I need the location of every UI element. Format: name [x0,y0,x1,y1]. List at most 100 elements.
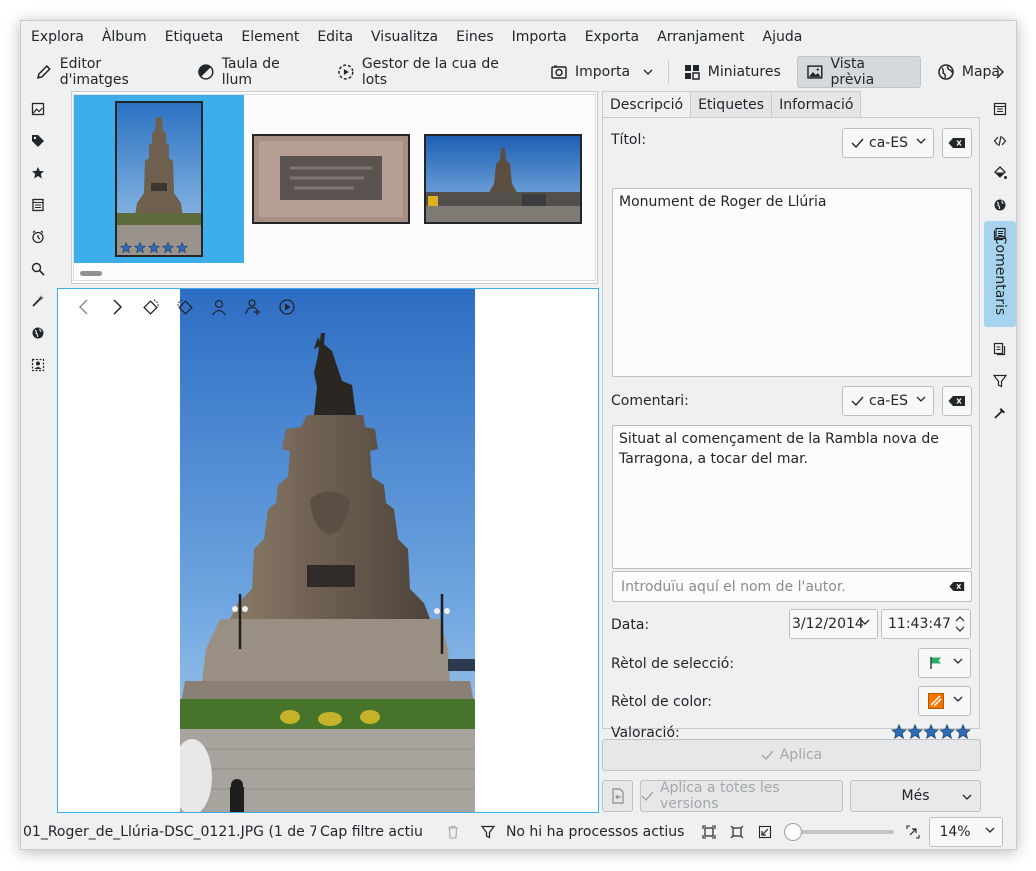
date-label: Data: [611,617,650,633]
menu-etiqueta[interactable]: Etiqueta [157,21,232,53]
zoom-in-icon[interactable] [906,825,921,839]
menu-explora[interactable]: Explora [23,21,92,53]
menu-ajuda[interactable]: Ajuda [755,21,811,53]
person-add-icon [245,299,260,315]
menu-importa[interactable]: Importa [504,21,575,53]
thumbnail-scrollbar[interactable] [80,271,102,276]
revert-button[interactable] [602,780,633,812]
title-language-value: ca-ES [869,135,909,151]
sidebar-map-icon[interactable] [21,317,55,349]
menu-album[interactable]: Àlbum [94,21,155,53]
import-dropdown-button[interactable] [638,56,658,88]
zoom-fit-icon[interactable] [702,825,717,839]
pencil-icon [36,65,51,79]
author-input[interactable] [619,577,939,596]
menu-eines[interactable]: Eines [448,21,502,53]
time-spinbox[interactable]: 11:43:47 [881,609,971,639]
zoom-slider[interactable] [784,822,895,842]
sidebar-tab-comments-label: Comentaris [992,234,1008,316]
batch-queue-button[interactable]: Gestor de la cua de lots [329,56,534,88]
clear-title-button[interactable] [942,128,972,158]
clear-text-icon[interactable] [949,581,965,592]
sidebar-versions-icon[interactable] [983,333,1017,365]
thumbnail-strip [71,91,598,284]
sidebar-geolocation-icon[interactable] [983,189,1017,221]
main-window: Explora Àlbum Etiqueta Element Edita Vis… [20,20,1017,850]
light-table-button[interactable]: Taula de llum [189,56,321,88]
author-field[interactable] [612,571,972,602]
previous-image-button[interactable] [66,295,100,319]
sidebar-properties-icon[interactable] [983,93,1017,125]
chevron-down-icon [953,658,963,664]
zoom-out-icon[interactable] [758,825,772,839]
thumbnail-2[interactable] [246,95,416,263]
pick-label-select[interactable] [918,648,971,678]
sidebar-tags-icon[interactable] [21,125,55,157]
chevron-left-icon [78,299,88,315]
date-picker[interactable]: 3/12/2014 [789,609,878,639]
image-editor-button[interactable]: Editor d'imatges [27,56,181,88]
comment-language-select[interactable]: ca-ES [842,386,934,416]
sidebar-albums-icon[interactable] [21,93,55,125]
sidebar-tools-icon[interactable] [983,397,1017,429]
thumbnail-1[interactable] [74,95,244,263]
menu-element[interactable]: Element [233,21,307,53]
sidebar-fuzzy-search-icon[interactable] [21,285,55,317]
menubar: Explora Àlbum Etiqueta Element Edita Vis… [21,21,1016,53]
sidebar-colors-icon[interactable] [983,157,1017,189]
chevron-down-icon [986,827,995,833]
sidebar-tab-comments[interactable]: Comentaris [984,221,1016,327]
zoom-slider-handle[interactable] [784,823,803,841]
rotate-right-button[interactable] [168,295,202,319]
tab-information[interactable]: Informació [771,91,862,118]
comment-textarea[interactable]: Situat al començament de la Rambla nova … [612,425,972,569]
apply-button[interactable]: Aplica [602,739,981,771]
zoom-original-icon[interactable] [730,825,744,839]
title-language-select[interactable]: ca-ES [842,128,934,158]
color-label-select[interactable] [918,686,971,716]
sidebar-timeline-icon[interactable] [21,221,55,253]
spin-arrows-icon[interactable] [955,615,965,633]
right-sidebar: Comentaris [983,93,1017,429]
next-image-button[interactable] [100,295,134,319]
comment-language-value: ca-ES [869,393,909,409]
document-revert-icon [611,788,624,804]
chevron-down-icon [916,396,926,402]
tab-description[interactable]: Descripció [602,91,692,118]
sidebar-labels-icon[interactable] [21,157,55,189]
slideshow-button[interactable] [270,295,304,319]
import-button[interactable]: Importa [542,56,638,88]
image-preview[interactable] [57,288,599,813]
toolbar-overflow-button[interactable] [988,53,1012,91]
apply-all-versions-label: Aplica a totes les versions [659,780,780,812]
thumbnails-view-button[interactable]: Miniatures [675,56,789,88]
sidebar-dates-icon[interactable] [21,189,55,221]
trash-icon[interactable] [447,825,459,839]
menu-visualitza[interactable]: Visualitza [363,21,446,53]
menu-exporta[interactable]: Exporta [577,21,647,53]
globe-icon [938,64,954,80]
filter-icon[interactable] [480,825,495,839]
more-button[interactable]: Més [850,780,981,812]
thumbnails-label: Miniatures [707,64,781,80]
chevron-right-icon [996,65,1004,79]
sidebar-people-icon[interactable] [21,349,55,381]
add-face-button[interactable] [202,295,236,319]
title-textarea[interactable]: Monument de Roger de Llúria [612,188,972,377]
rotate-left-button[interactable] [134,295,168,319]
tab-tags[interactable]: Etiquetes [690,91,773,118]
menu-edita[interactable]: Edita [309,21,361,53]
sidebar-search-icon[interactable] [21,253,55,285]
detect-faces-button[interactable] [236,295,270,319]
thumbnail-3[interactable] [418,95,588,263]
sidebar-filters-icon[interactable] [983,365,1017,397]
menu-arranjament[interactable]: Arranjament [649,21,752,53]
preview-view-button[interactable]: Vista prèvia [796,56,921,88]
preview-label: Vista prèvia [830,56,875,88]
apply-all-versions-button[interactable]: Aplica a totes les versions [640,780,843,812]
rotate-left-icon [143,299,159,315]
zoom-level-select[interactable]: 14% [929,817,1004,847]
clear-comment-button[interactable] [942,386,972,416]
sidebar-metadata-icon[interactable] [983,125,1017,157]
chevron-down-icon [643,69,653,75]
